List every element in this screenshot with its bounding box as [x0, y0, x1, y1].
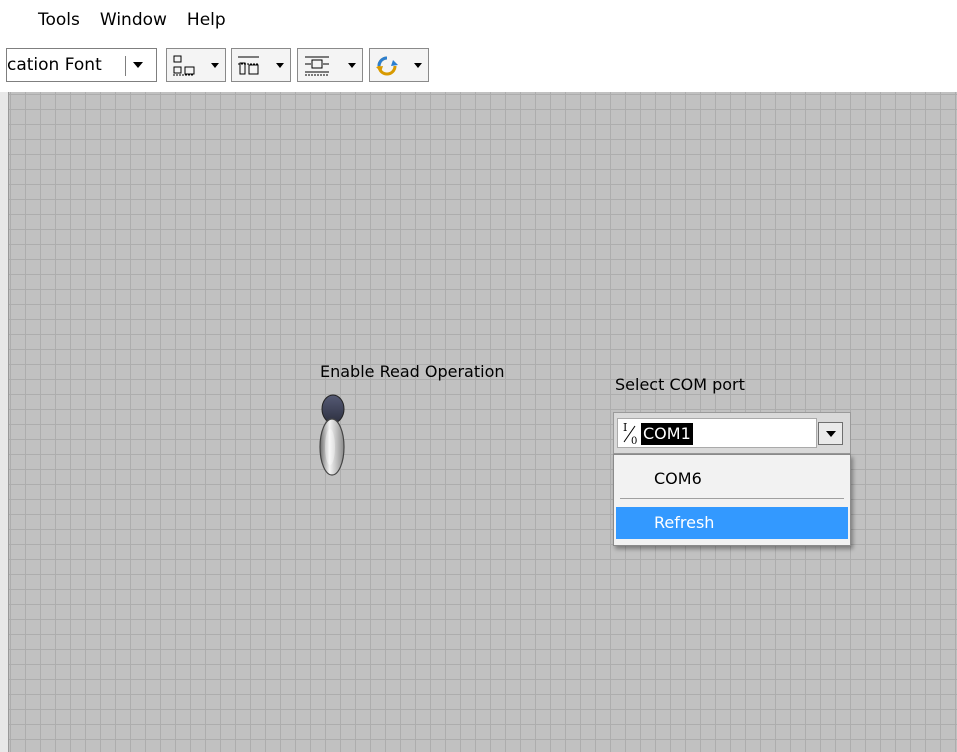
canvas-left-scroll-edge: [0, 92, 9, 752]
com-port-value: COM1: [641, 423, 693, 445]
reorder-objects-button[interactable]: [369, 48, 429, 82]
menu-window[interactable]: Window: [90, 0, 177, 40]
menu-bar: Tools Window Help: [0, 0, 957, 40]
toolbar: cation Font: [0, 42, 957, 92]
chevron-down-icon: [211, 63, 219, 68]
com-port-field[interactable]: I 0 COM1: [617, 418, 817, 448]
resize-objects-icon: [305, 56, 329, 76]
menu-divider: [620, 498, 844, 499]
io-resource-icon: I 0: [623, 421, 637, 446]
align-objects-button[interactable]: [166, 48, 226, 82]
chevron-down-icon: [826, 431, 836, 437]
com-port-label: Select COM port: [615, 375, 745, 394]
com-port-dropdown-button[interactable]: [818, 422, 843, 445]
chevron-down-icon[interactable]: [133, 62, 143, 68]
distribute-objects-icon: [238, 56, 259, 75]
svg-text:0: 0: [631, 436, 637, 446]
chevron-down-icon: [414, 63, 422, 68]
enable-read-toggle[interactable]: [318, 393, 348, 477]
menu-help[interactable]: Help: [177, 0, 236, 40]
chevron-down-icon: [348, 63, 356, 68]
font-selector-text: cation Font: [7, 55, 102, 75]
svg-text:I: I: [623, 421, 627, 434]
distribute-objects-button[interactable]: [231, 48, 291, 82]
align-objects-icon: [173, 55, 195, 76]
com-port-selector[interactable]: I 0 COM1: [613, 412, 851, 454]
menu-option-refresh[interactable]: Refresh: [616, 507, 848, 539]
font-selector[interactable]: cation Font: [6, 48, 157, 82]
com-port-dropdown-menu: COM6 Refresh: [613, 454, 851, 546]
toggle-label: Enable Read Operation: [320, 362, 505, 381]
resize-objects-button[interactable]: [297, 48, 363, 82]
font-selector-separator: [125, 56, 126, 76]
chevron-down-icon: [276, 63, 284, 68]
menu-tools[interactable]: Tools: [28, 0, 90, 40]
menu-option-com6[interactable]: COM6: [616, 463, 848, 495]
reorder-icon: [376, 56, 398, 76]
